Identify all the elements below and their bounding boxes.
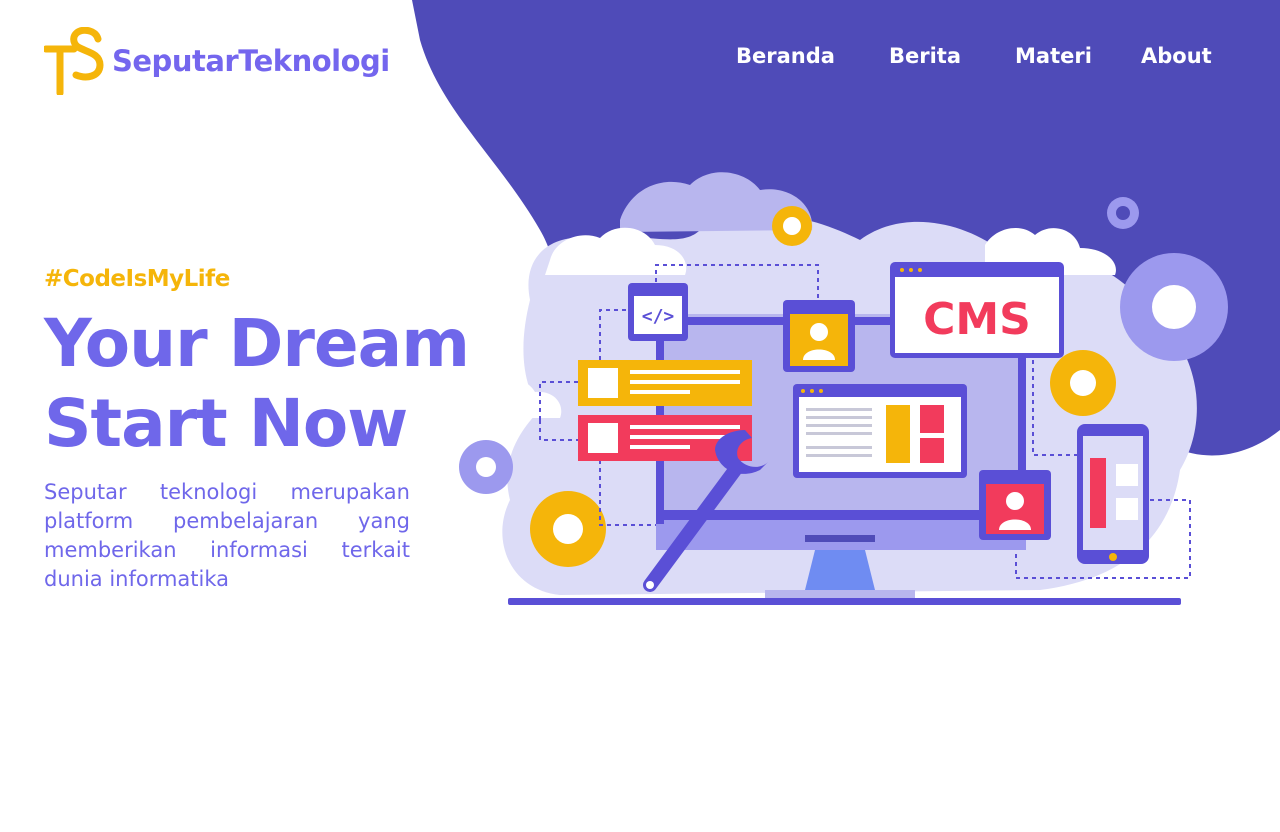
gear-icon — [1050, 350, 1116, 416]
hero-illustration: </> CMS — [450, 172, 1228, 605]
article-window — [793, 384, 967, 478]
nav-link-berita[interactable]: Berita — [889, 44, 961, 68]
code-tag-label: </> — [642, 306, 675, 327]
nav-link-about[interactable]: About — [1141, 44, 1212, 68]
headline-line-1: Your Dream — [44, 305, 470, 382]
logo-icon — [44, 27, 104, 95]
headline-line-2: Start Now — [44, 385, 408, 462]
ground-line — [508, 598, 1181, 605]
hero-tagline: #CodeIsMyLife — [44, 266, 230, 292]
nav-link-materi[interactable]: Materi — [1015, 44, 1092, 68]
user-card — [979, 470, 1051, 540]
gear-icon — [1120, 253, 1228, 361]
hero-description: Seputar teknologi merupakan platform pem… — [44, 480, 410, 591]
site-logo[interactable]: SeputarTeknologi — [44, 27, 390, 95]
code-window: </> — [628, 283, 688, 341]
main-nav: Beranda Berita Materi About — [700, 44, 1220, 76]
nav-link-beranda[interactable]: Beranda — [736, 44, 835, 68]
gear-icon — [530, 491, 606, 567]
user-card — [783, 300, 855, 372]
hero-headline: Your Dream Start Now — [44, 304, 470, 464]
phone-icon — [1077, 424, 1149, 564]
gear-icon — [459, 440, 513, 494]
cms-label: CMS — [923, 294, 1031, 345]
cms-window: CMS — [890, 262, 1064, 358]
gear-icon — [772, 206, 812, 246]
list-card — [578, 360, 752, 406]
gear-icon — [1107, 197, 1139, 229]
brand-name: SeputarTeknologi — [112, 44, 390, 78]
